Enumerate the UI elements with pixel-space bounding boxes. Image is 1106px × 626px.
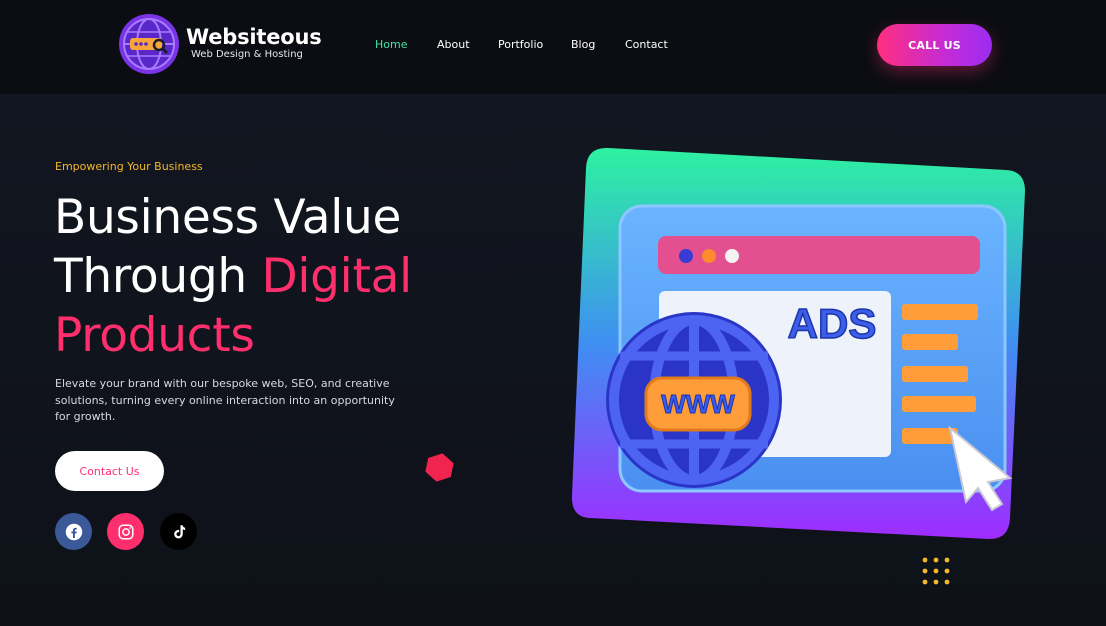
nav-item-home[interactable]: Home xyxy=(375,38,407,51)
contact-us-button[interactable]: Contact Us xyxy=(55,451,164,491)
facebook-icon[interactable] xyxy=(55,513,92,550)
globe-www-label: WWW xyxy=(661,389,735,419)
dots-decoration-icon xyxy=(921,556,955,588)
hero-illustration: ADS WWW xyxy=(570,146,1028,544)
tiktok-icon[interactable] xyxy=(160,513,197,550)
hero-eyebrow: Empowering Your Business xyxy=(55,160,203,173)
globe-icon: WWW xyxy=(606,312,782,488)
logo-icon[interactable] xyxy=(118,13,180,75)
ads-label: ADS xyxy=(788,300,877,347)
hero-description: Elevate your brand with our bespoke web,… xyxy=(55,377,395,423)
headline-line-1: Business Value xyxy=(54,190,402,245)
site-header: Websiteous Web Design & Hosting Home Abo… xyxy=(0,0,1106,94)
headline-line-2: Through Digital xyxy=(54,247,534,306)
headline-line-3: Products xyxy=(54,308,255,363)
call-us-button[interactable]: CALL US xyxy=(877,24,992,66)
instagram-icon[interactable] xyxy=(107,513,144,550)
hexagon-decoration-icon xyxy=(424,452,455,483)
headline-line-2-plain: Through xyxy=(54,249,247,304)
hero-headline: Business Value Through Digital Products xyxy=(54,188,534,365)
nav-item-portfolio[interactable]: Portfolio xyxy=(498,38,543,51)
brand-name[interactable]: Websiteous xyxy=(186,25,322,49)
nav-item-about[interactable]: About xyxy=(437,38,470,51)
nav-item-contact[interactable]: Contact xyxy=(625,38,668,51)
headline-line-2-accent: Digital xyxy=(261,249,413,304)
nav-item-blog[interactable]: Blog xyxy=(571,38,595,51)
brand-tagline: Web Design & Hosting xyxy=(191,49,303,60)
